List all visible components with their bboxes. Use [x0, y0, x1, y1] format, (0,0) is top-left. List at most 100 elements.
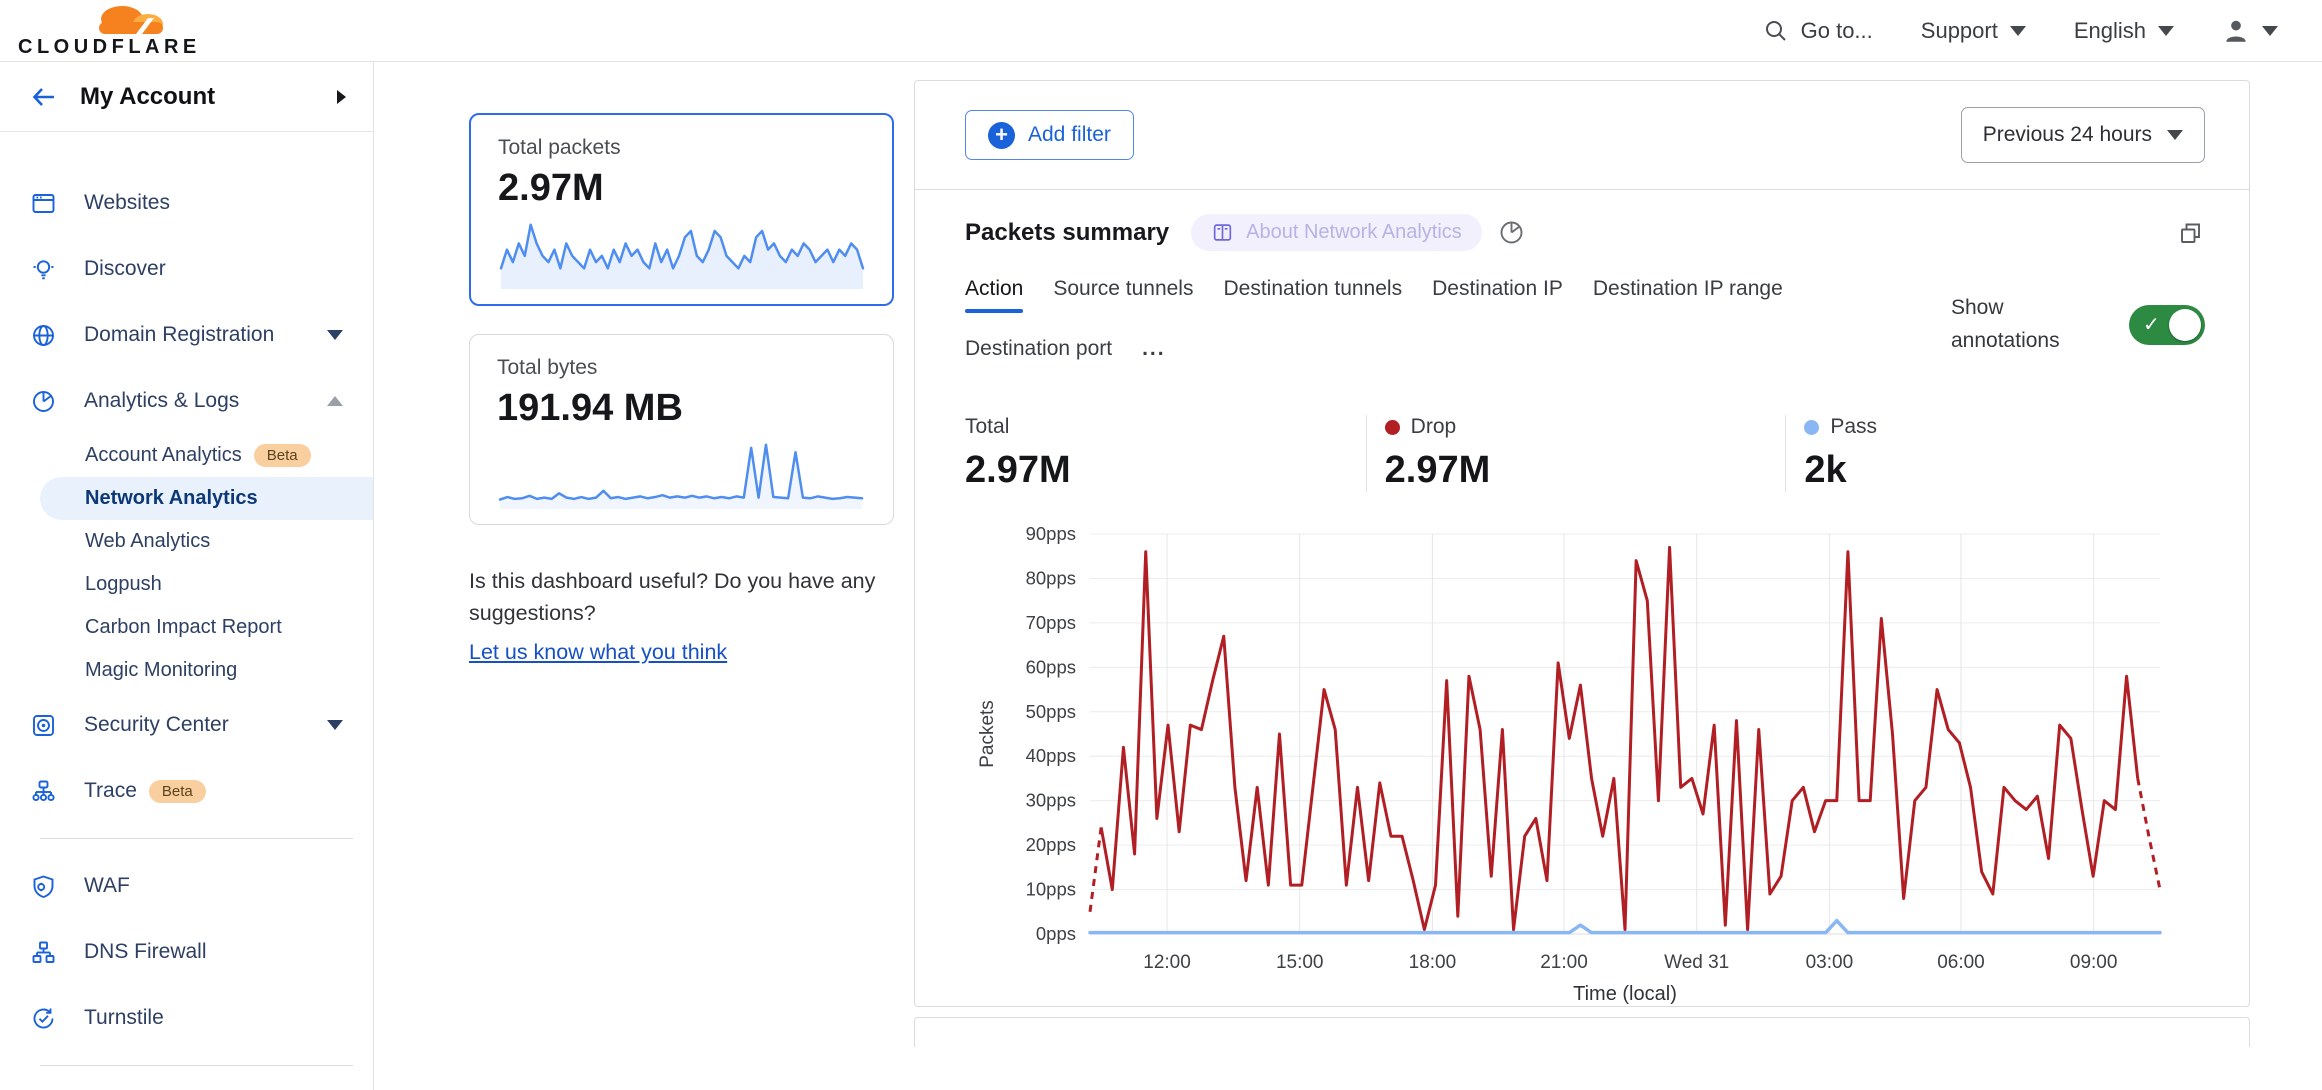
- sidebar-item-waf[interactable]: WAF: [0, 853, 373, 919]
- stat-drop-label: Drop: [1411, 415, 1457, 439]
- svg-text:21:00: 21:00: [1540, 952, 1588, 973]
- main-content: + Add filter Previous 24 hours Packets s…: [914, 80, 2250, 1090]
- expand-panel-icon[interactable]: [2175, 218, 2205, 248]
- toggle-knob: [2169, 309, 2201, 341]
- tab-destination-ip-range[interactable]: Destination IP range: [1593, 277, 1783, 313]
- sidebar: My Account Websites Discover Domain Regi…: [0, 62, 374, 1090]
- summary-stats-row: Total 2.97M Drop 2.97M Pass 2k: [965, 415, 2205, 492]
- sidebar-item-trace[interactable]: Trace Beta: [0, 758, 373, 824]
- cloudflare-cloud-icon: [74, 4, 186, 36]
- language-menu[interactable]: English: [2074, 18, 2174, 44]
- sidebar-item-label: Turnstile: [84, 1006, 164, 1030]
- flowchart-icon: [30, 778, 57, 805]
- sidebar-item-account-analytics[interactable]: Account Analytics Beta: [0, 434, 373, 477]
- sidebar-item-label: Websites: [84, 191, 170, 215]
- svg-text:70pps: 70pps: [1026, 612, 1076, 633]
- svg-text:50pps: 50pps: [1026, 701, 1076, 722]
- sidebar-item-magic-monitoring[interactable]: Magic Monitoring: [0, 649, 373, 692]
- sidebar-item-logpush[interactable]: Logpush: [0, 563, 373, 606]
- check-icon: ✓: [2143, 312, 2160, 337]
- total-bytes-card[interactable]: Total bytes 191.94 MB: [469, 334, 894, 525]
- sidebar-item-analytics-logs[interactable]: Analytics & Logs: [0, 368, 373, 434]
- cloudflare-logo[interactable]: CLOUDFLARE: [18, 4, 201, 57]
- support-menu[interactable]: Support: [1921, 18, 2026, 44]
- packets-time-series-chart: 0pps10pps20pps30pps40pps50pps60pps70pps8…: [965, 526, 2205, 1006]
- dimension-tabs: Action Source tunnels Destination tunnel…: [965, 277, 1895, 373]
- chevron-down-icon: [327, 330, 343, 340]
- shield-gear-icon: [30, 873, 57, 900]
- svg-text:80pps: 80pps: [1026, 567, 1076, 588]
- goto-label: Go to...: [1801, 18, 1873, 44]
- chevron-down-icon: [2167, 130, 2183, 140]
- svg-text:20pps: 20pps: [1026, 834, 1076, 855]
- pass-legend-dot: [1804, 420, 1819, 435]
- about-badge-label: About Network Analytics: [1246, 221, 1462, 244]
- book-icon: [1211, 221, 1234, 244]
- chevron-right-icon[interactable]: [336, 89, 347, 105]
- sidebar-item-carbon-impact-report[interactable]: Carbon Impact Report: [0, 606, 373, 649]
- sidebar-item-security-center[interactable]: Security Center: [0, 692, 373, 758]
- stat-pass: Pass 2k: [1785, 415, 2205, 492]
- add-filter-button[interactable]: + Add filter: [965, 110, 1134, 160]
- stat-pass-label: Pass: [1830, 415, 1877, 439]
- account-menu[interactable]: [2222, 17, 2278, 45]
- browser-icon: [30, 190, 57, 217]
- pie-chart-icon: [30, 388, 57, 415]
- sidebar-account-header[interactable]: My Account: [0, 62, 373, 132]
- stat-total: Total 2.97M: [965, 415, 1366, 492]
- tabs-more-button[interactable]: ...: [1142, 337, 1166, 373]
- sidebar-item-label: Carbon Impact Report: [85, 616, 282, 639]
- sidebar-item-partial[interactable]: [0, 1080, 373, 1090]
- chevron-down-icon: [2262, 26, 2278, 36]
- sidebar-item-discover[interactable]: Discover: [0, 236, 373, 302]
- stat-drop-value: 2.97M: [1385, 449, 1786, 492]
- back-arrow-icon[interactable]: [28, 83, 58, 111]
- panel-title: Packets summary: [965, 219, 1169, 247]
- chevron-up-icon: [327, 396, 343, 406]
- sidebar-item-turnstile[interactable]: Turnstile: [0, 985, 373, 1051]
- sidebar-item-domain-registration[interactable]: Domain Registration: [0, 302, 373, 368]
- feedback-question: Is this dashboard useful? Do you have an…: [469, 565, 914, 630]
- show-annotations-toggle[interactable]: ✓: [2129, 305, 2205, 345]
- sidebar-item-label: Network Analytics: [85, 487, 258, 510]
- total-bytes-sparkline: [497, 438, 866, 510]
- sidebar-item-label: Security Center: [84, 713, 229, 737]
- sidebar-nav: Websites Discover Domain Registration An…: [0, 132, 373, 1090]
- stat-pass-value: 2k: [1804, 449, 2205, 492]
- sidebar-item-web-analytics[interactable]: Web Analytics: [0, 520, 373, 563]
- tab-source-tunnels[interactable]: Source tunnels: [1053, 277, 1193, 313]
- pie-chart-toggle-icon[interactable]: [1498, 219, 1525, 246]
- time-range-dropdown[interactable]: Previous 24 hours: [1961, 107, 2205, 163]
- sidebar-item-network-analytics[interactable]: Network Analytics: [40, 477, 373, 520]
- svg-text:60pps: 60pps: [1026, 656, 1076, 677]
- total-packets-sparkline: [498, 218, 865, 290]
- svg-text:0pps: 0pps: [1036, 923, 1076, 944]
- packets-summary-panel: + Add filter Previous 24 hours Packets s…: [914, 80, 2250, 1007]
- chevron-down-icon: [2158, 26, 2174, 36]
- svg-text:12:00: 12:00: [1143, 952, 1191, 973]
- tab-destination-port[interactable]: Destination port: [965, 337, 1112, 373]
- svg-text:18:00: 18:00: [1409, 952, 1457, 973]
- stat-drop: Drop 2.97M: [1366, 415, 1786, 492]
- feedback-link[interactable]: Let us know what you think: [469, 636, 727, 668]
- filter-toolbar: + Add filter Previous 24 hours: [915, 81, 2249, 190]
- svg-text:06:00: 06:00: [1937, 952, 1985, 973]
- time-range-label: Previous 24 hours: [1983, 123, 2152, 147]
- total-packets-label: Total packets: [498, 136, 865, 160]
- tab-destination-tunnels[interactable]: Destination tunnels: [1223, 277, 1402, 313]
- tab-action[interactable]: Action: [965, 277, 1023, 313]
- goto-search[interactable]: Go to...: [1763, 18, 1873, 44]
- sidebar-item-label: Domain Registration: [84, 323, 274, 347]
- total-packets-card[interactable]: Total packets 2.97M: [469, 113, 894, 306]
- svg-text:30pps: 30pps: [1026, 790, 1076, 811]
- sidebar-item-label: Discover: [84, 257, 166, 281]
- about-network-analytics-badge[interactable]: About Network Analytics: [1191, 214, 1482, 251]
- hierarchy-icon: [30, 939, 57, 966]
- sidebar-item-label: WAF: [84, 874, 130, 898]
- sidebar-item-websites[interactable]: Websites: [0, 170, 373, 236]
- total-packets-value: 2.97M: [498, 167, 865, 210]
- sidebar-item-dns-firewall[interactable]: DNS Firewall: [0, 919, 373, 985]
- svg-text:Packets: Packets: [977, 700, 998, 768]
- beta-badge: Beta: [149, 780, 206, 803]
- tab-destination-ip[interactable]: Destination IP: [1432, 277, 1563, 313]
